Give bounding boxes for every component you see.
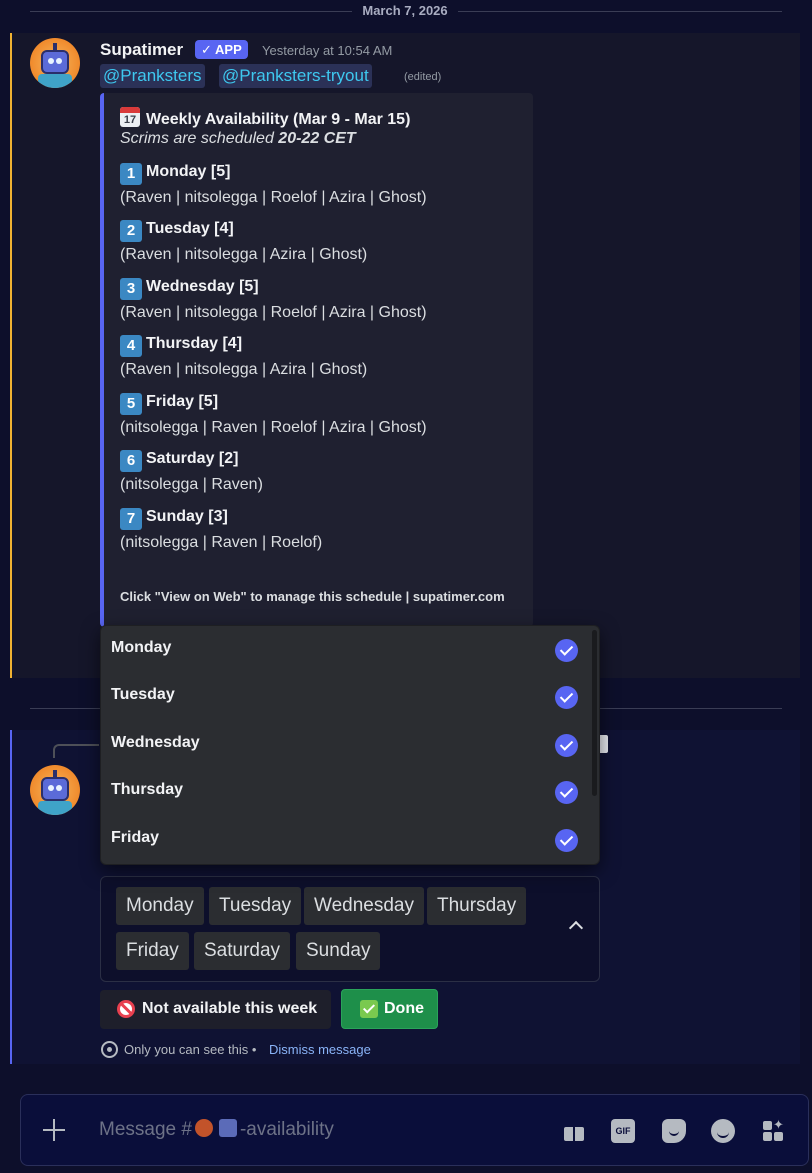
- selected-day-pill[interactable]: Wednesday: [304, 887, 424, 925]
- sticker-icon[interactable]: [662, 1119, 686, 1143]
- dropdown-option-wednesday[interactable]: Wednesday: [101, 721, 589, 768]
- gift-icon[interactable]: [562, 1119, 586, 1143]
- channel-emoji-icon: [194, 1119, 213, 1137]
- day-heading: 3 Wednesday [5]: [120, 278, 259, 300]
- day-players: (nitsolegga | Raven | Roelof): [120, 534, 323, 551]
- keycap-3-icon: 3: [120, 278, 142, 300]
- dismiss-message-link[interactable]: Dismiss message: [269, 1042, 371, 1057]
- role-mention[interactable]: @Pranksters: [100, 64, 205, 88]
- selected-day-pill[interactable]: Tuesday: [209, 887, 302, 925]
- keycap-4-icon: 4: [120, 335, 142, 357]
- plus-icon[interactable]: [43, 1119, 65, 1141]
- check-circle-icon: [555, 829, 578, 852]
- ephemeral-note: Only you can see this •: [124, 1042, 257, 1057]
- day-players: (Raven | nitsolegga | Roelof | Azira | G…: [120, 304, 427, 321]
- keycap-5-icon: 5: [120, 393, 142, 415]
- selected-day-pill[interactable]: Saturday: [194, 932, 291, 970]
- dropdown-option-monday[interactable]: Monday: [101, 626, 589, 673]
- keycap-7-icon: 7: [120, 508, 142, 530]
- dropdown-option-thursday[interactable]: Thursday: [101, 768, 589, 815]
- dropdown-scrollbar[interactable]: [592, 630, 597, 796]
- day-players: (nitsolegga | Raven | Roelof | Azira | G…: [120, 419, 427, 436]
- date-divider: March 7, 2026: [30, 0, 782, 22]
- dropdown-option-friday[interactable]: Friday: [101, 816, 589, 863]
- check-circle-icon: [555, 686, 578, 709]
- day-players: (nitsolegga | Raven): [120, 476, 263, 493]
- chevron-up-icon[interactable]: [566, 916, 586, 936]
- check-circle-icon: [555, 781, 578, 804]
- day-heading: 4 Thursday [4]: [120, 335, 242, 357]
- apps-icon[interactable]: [761, 1117, 785, 1143]
- day-heading: 5 Friday [5]: [120, 393, 218, 415]
- check-circle-icon: [555, 734, 578, 757]
- embed-footer: Click "View on Web" to manage this sched…: [120, 589, 505, 604]
- keycap-6-icon: 6: [120, 450, 142, 472]
- dropdown-option-tuesday[interactable]: Tuesday: [101, 673, 589, 720]
- keycap-2-icon: 2: [120, 220, 142, 242]
- bot-avatar[interactable]: [30, 765, 80, 815]
- embed-title: 17 Weekly Availability (Mar 9 - Mar 15): [120, 107, 410, 129]
- day-heading: 1 Monday [5]: [120, 163, 230, 185]
- day-players: (Raven | nitsolegga | Azira | Ghost): [120, 361, 368, 378]
- edited-label: (edited): [404, 71, 442, 83]
- username[interactable]: Supatimer: [100, 40, 183, 60]
- selected-day-pill[interactable]: Sunday: [296, 932, 381, 970]
- app-tag: ✓ APP: [195, 40, 248, 59]
- reply-connector: [53, 744, 99, 758]
- day-heading: 6 Saturday [2]: [120, 450, 238, 472]
- day-players: (Raven | nitsolegga | Azira | Ghost): [120, 246, 368, 263]
- selected-day-pill[interactable]: Friday: [116, 932, 189, 970]
- day-heading: 7 Sunday [3]: [120, 508, 228, 530]
- keycap-1-icon: 1: [120, 163, 142, 185]
- calendar-icon: 17: [120, 107, 140, 127]
- calendar-emoji-icon: [218, 1119, 237, 1137]
- check-circle-icon: [555, 639, 578, 662]
- day-dropdown-menu[interactable]: Monday Tuesday Wednesday Thursday Friday: [100, 625, 600, 865]
- done-button[interactable]: Done: [341, 989, 438, 1029]
- embed-subtitle: Scrims are scheduled 20-22 CET: [120, 130, 356, 147]
- day-heading: 2 Tuesday [4]: [120, 220, 234, 242]
- day-players: (Raven | nitsolegga | Roelof | Azira | G…: [120, 189, 427, 206]
- role-mention[interactable]: @Pranksters-tryout: [219, 64, 372, 88]
- selected-day-pill[interactable]: Monday: [116, 887, 204, 925]
- message-timestamp: Yesterday at 10:54 AM: [262, 43, 393, 58]
- date-divider-label: March 7, 2026: [362, 3, 448, 18]
- message-input[interactable]: Message # -availability: [99, 1119, 334, 1141]
- selected-day-pill[interactable]: Thursday: [427, 887, 527, 925]
- eye-icon: [101, 1041, 118, 1058]
- emoji-icon[interactable]: [711, 1119, 735, 1143]
- no-entry-icon: [117, 1000, 135, 1018]
- gif-icon[interactable]: GIF: [611, 1119, 635, 1143]
- not-available-button[interactable]: Not available this week: [100, 990, 331, 1029]
- bot-avatar[interactable]: [30, 38, 80, 88]
- check-box-icon: [360, 1000, 378, 1018]
